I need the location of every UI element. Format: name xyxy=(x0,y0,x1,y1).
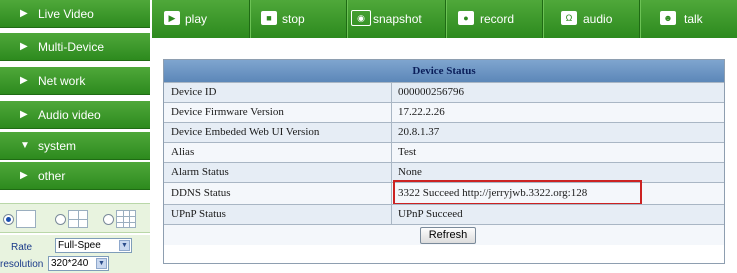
table-row: Device Embeded Web UI Version 20.8.1.37 xyxy=(164,122,724,142)
sidebar-item-other[interactable]: ▶ other xyxy=(0,162,150,190)
chevron-down-icon: ▼ xyxy=(119,240,130,251)
play-label: play xyxy=(185,12,208,26)
device-status-title: Device Status xyxy=(164,60,724,82)
column-divider xyxy=(391,143,392,162)
table-row: Device Firmware Version 17.22.2.26 xyxy=(164,102,724,122)
row-value: 17.22.2.26 xyxy=(398,106,445,118)
column-divider xyxy=(391,103,392,122)
talk-label: talk xyxy=(684,12,703,26)
sidebar-item-label: system xyxy=(38,139,77,153)
row-name: Device Embeded Web UI Version xyxy=(171,126,320,138)
row-value: UPnP Succeed xyxy=(398,208,463,220)
right-triangle-icon: ▶ xyxy=(20,41,28,52)
toolbar: ▶ play ■ stop ◉ snapshot ● record Ω audi… xyxy=(152,0,737,38)
sidebar-item-label: Multi-Device xyxy=(38,40,105,54)
record-label: record xyxy=(480,12,515,26)
quad-view-icon[interactable] xyxy=(68,210,88,228)
sidebar-item-live-video[interactable]: ▶ Live Video xyxy=(0,0,150,28)
layout-nine-radio[interactable] xyxy=(103,214,114,225)
sidebar-item-multi-device[interactable]: ▶ Multi-Device xyxy=(0,33,150,61)
audio-button[interactable]: Ω audio xyxy=(543,0,639,38)
person-icon: ☻ xyxy=(660,11,676,25)
column-divider xyxy=(391,163,392,182)
row-value: Test xyxy=(398,146,417,158)
ddns-highlight-box xyxy=(393,180,642,205)
video-settings: Rate Full-Spee ▼ resolution 320*240 ▼ xyxy=(0,235,150,273)
sidebar-item-label: Audio video xyxy=(38,108,101,122)
chevron-down-icon: ▼ xyxy=(96,258,107,269)
row-name: Device Firmware Version xyxy=(171,106,284,118)
resolution-label: resolution xyxy=(0,259,44,270)
table-row: Alias Test xyxy=(164,142,724,162)
device-status-table: Device Status Device ID 000000256796 Dev… xyxy=(163,59,725,264)
record-icon: ● xyxy=(458,11,474,25)
column-divider xyxy=(391,123,392,142)
stop-icon: ■ xyxy=(261,11,277,25)
table-row: Alarm Status None xyxy=(164,162,724,182)
sidebar-item-label: Net work xyxy=(38,74,86,88)
camera-icon: ◉ xyxy=(351,10,371,26)
table-row: UPnP Status UPnP Succeed xyxy=(164,204,724,224)
column-divider xyxy=(391,83,392,102)
row-name: DDNS Status xyxy=(171,187,231,199)
refresh-row: Refresh xyxy=(164,224,724,245)
row-name: UPnP Status xyxy=(171,208,226,220)
layout-quad-radio[interactable] xyxy=(55,214,66,225)
stop-button[interactable]: ■ stop xyxy=(250,0,346,38)
layout-single-radio[interactable] xyxy=(3,214,14,225)
stop-label: stop xyxy=(282,12,305,26)
down-triangle-icon: ▼ xyxy=(20,140,30,151)
snapshot-label: snapshot xyxy=(373,12,422,26)
sidebar-item-label: other xyxy=(38,169,66,183)
row-value: 20.8.1.37 xyxy=(398,126,440,138)
audio-label: audio xyxy=(583,12,613,26)
nine-view-icon[interactable] xyxy=(116,210,136,228)
row-name: Alarm Status xyxy=(171,166,229,178)
layout-selector xyxy=(0,203,150,233)
sidebar-item-network[interactable]: ▶ Net work xyxy=(0,67,150,95)
column-divider xyxy=(391,205,392,224)
right-triangle-icon: ▶ xyxy=(20,8,28,19)
table-row: DDNS Status 3322 Succeed http://jerryjwb… xyxy=(164,180,724,205)
resolution-select-value: 320*240 xyxy=(51,258,89,269)
sidebar: ▶ Live Video ▶ Multi-Device ▶ Net work ▶… xyxy=(0,0,152,273)
right-triangle-icon: ▶ xyxy=(20,170,28,181)
row-value: 000000256796 xyxy=(398,86,464,98)
column-divider xyxy=(391,183,392,204)
resolution-select[interactable]: 320*240 ▼ xyxy=(48,256,109,271)
headphones-icon: Ω xyxy=(561,11,577,25)
rate-select-value: Full-Spee xyxy=(58,240,101,251)
talk-button[interactable]: ☻ talk xyxy=(640,0,737,38)
sidebar-item-system[interactable]: ▼ system xyxy=(0,132,150,160)
row-name: Device ID xyxy=(171,86,217,98)
right-triangle-icon: ▶ xyxy=(20,75,28,86)
snapshot-button[interactable]: ◉ snapshot xyxy=(347,0,445,38)
table-row: Device ID 000000256796 xyxy=(164,82,724,102)
sidebar-item-label: Live Video xyxy=(38,7,94,21)
play-button[interactable]: ▶ play xyxy=(152,0,249,38)
single-view-icon[interactable] xyxy=(16,210,36,228)
rate-label: Rate xyxy=(11,242,33,253)
right-triangle-icon: ▶ xyxy=(20,109,28,120)
rate-select[interactable]: Full-Spee ▼ xyxy=(55,238,132,253)
sidebar-item-audio-video[interactable]: ▶ Audio video xyxy=(0,101,150,129)
refresh-button[interactable]: Refresh xyxy=(420,227,476,244)
record-button[interactable]: ● record xyxy=(446,0,542,38)
play-icon: ▶ xyxy=(164,11,180,25)
row-name: Alias xyxy=(171,146,195,158)
